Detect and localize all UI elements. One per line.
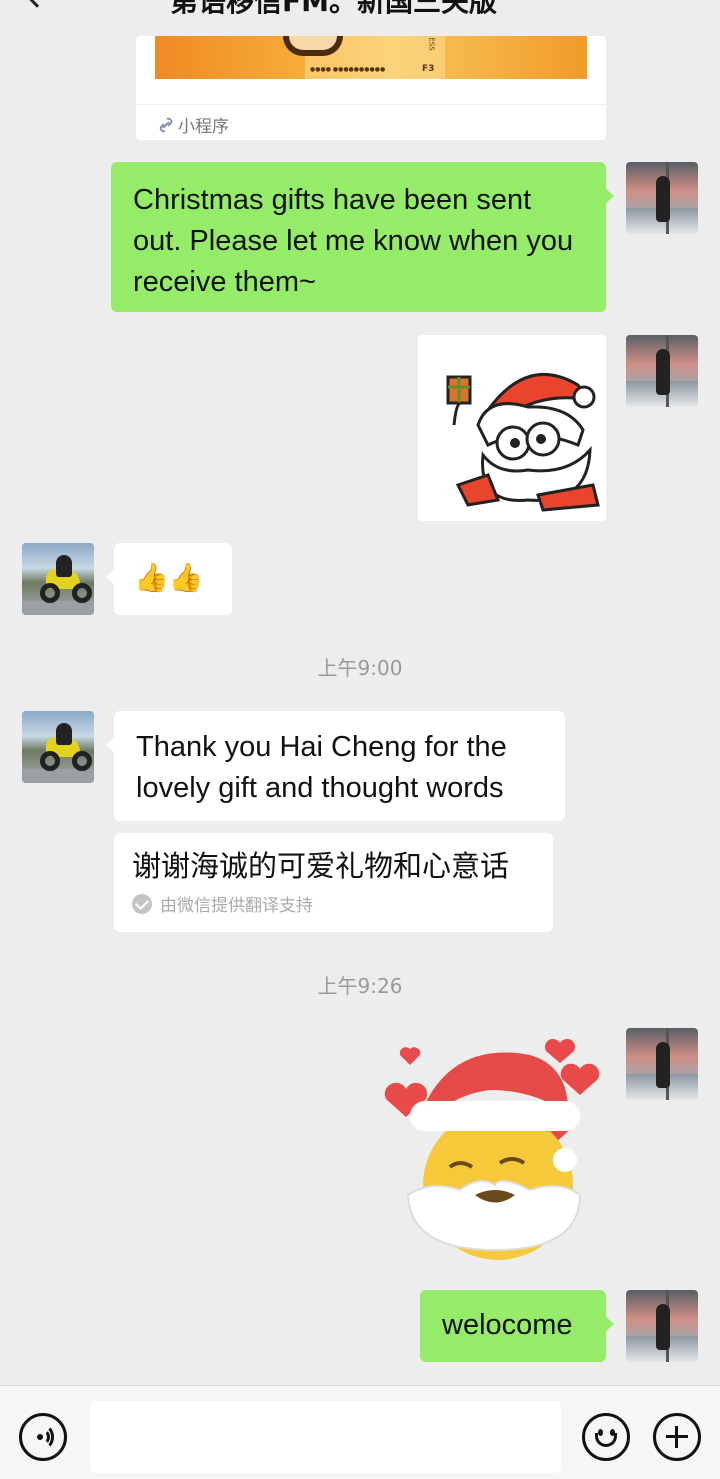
mini-program-card[interactable]: ●●●● ●●●●●●●●●● ESS F3 小程序	[136, 36, 606, 140]
card-code: F3	[422, 64, 435, 74]
avatar-friend[interactable]	[22, 543, 94, 615]
message-bubble-received[interactable]: 👍👍	[106, 543, 232, 615]
message-bubble-sent[interactable]: Christmas gifts have been sent out. Plea…	[111, 162, 614, 312]
mini-program-footer: 小程序	[158, 112, 229, 137]
timestamp: 上午9:26	[317, 974, 403, 998]
divider	[136, 104, 606, 105]
avatar-friend[interactable]	[22, 711, 94, 783]
santa-sticker[interactable]	[418, 335, 606, 521]
mini-program-label: 小程序	[178, 117, 229, 137]
plus-icon[interactable]	[653, 1413, 701, 1461]
input-bar	[0, 1385, 720, 1479]
message-text: welocome	[442, 1309, 573, 1341]
chat-header: 第语移信FM。新国三关版	[0, 0, 720, 14]
voice-input-icon[interactable]	[19, 1413, 67, 1461]
back-icon[interactable]	[24, 0, 50, 8]
mini-program-icon	[158, 117, 174, 133]
message-input[interactable]	[90, 1401, 561, 1473]
timestamp: 上午9:00	[317, 656, 403, 680]
check-icon	[132, 893, 152, 914]
message-text: Thank you Hai Cheng for the lovely gift …	[136, 731, 507, 804]
chat-title: 第语移信FM。新国三关版	[170, 0, 497, 14]
translation-text: 谢谢海诚的可爱礼物和心意话	[132, 851, 510, 883]
emoji-icon[interactable]	[582, 1413, 630, 1461]
translation-note-text: 由微信提供翻译支持	[160, 896, 313, 915]
message-bubble-sent[interactable]: welocome	[420, 1290, 614, 1362]
translation-box[interactable]: 谢谢海诚的可爱礼物和心意话 由微信提供翻译支持	[114, 833, 553, 932]
santa-sticker-image	[446, 372, 600, 512]
message-bubble-received[interactable]: Thank you Hai Cheng for the lovely gift …	[106, 711, 565, 821]
avatar-me[interactable]	[626, 1028, 698, 1100]
translation-note: 由微信提供翻译支持	[132, 891, 535, 916]
avatar-me[interactable]	[626, 1290, 698, 1362]
message-text: 👍👍	[134, 562, 204, 593]
santa-emoji-sticker[interactable]	[380, 1035, 610, 1265]
santa-emoji-image	[384, 1038, 600, 1260]
avatar-me[interactable]	[626, 162, 698, 234]
mini-program-thumbnail: ●●●● ●●●●●●●●●● ESS F3	[155, 36, 587, 79]
message-text: Christmas gifts have been sent out. Plea…	[133, 184, 574, 298]
avatar-me[interactable]	[626, 335, 698, 407]
